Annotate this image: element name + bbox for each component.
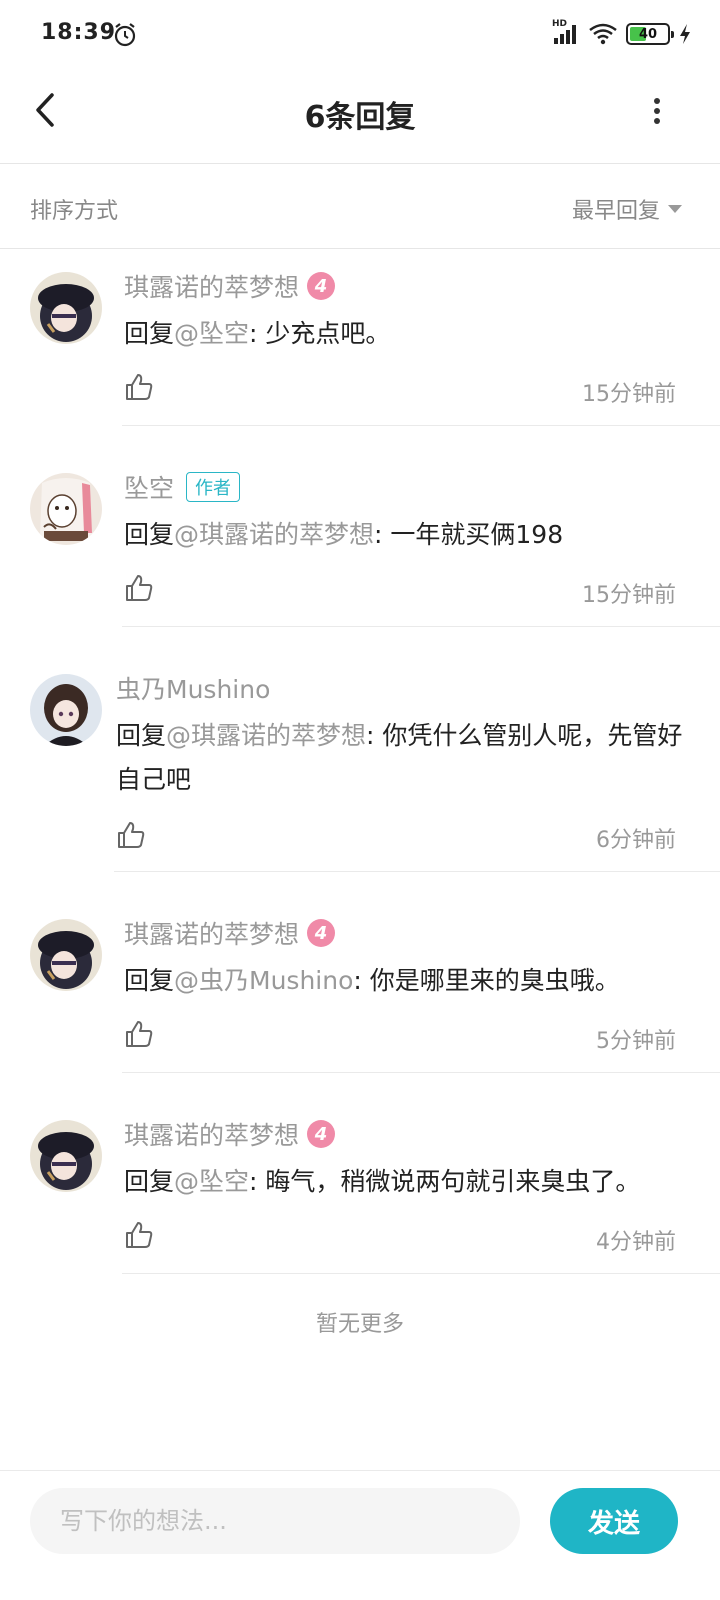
sort-selected: 最早回复 (571, 199, 660, 224)
reply-separator: : (374, 520, 391, 549)
reply-prefix: 回复 (124, 1167, 175, 1196)
reply-separator: : (353, 966, 370, 995)
comment-text: 回复@虫乃Mushino: 你是哪里来的臭虫哦。 (124, 959, 694, 1003)
mention-link[interactable]: @琪露诺的萃梦想 (166, 721, 366, 750)
reply-separator: : (366, 721, 383, 750)
thumbs-up-icon[interactable] (124, 372, 154, 402)
thumbs-up-icon[interactable] (124, 1019, 154, 1049)
avatar[interactable] (30, 272, 102, 344)
mention-link[interactable]: @虫乃Mushino (174, 966, 353, 995)
reply-prefix: 回复 (124, 319, 175, 348)
caret-down-icon (668, 205, 682, 213)
avatar[interactable] (30, 1120, 102, 1192)
comment-item: 琪露诺的萃梦想 4 回复@坠空: 晦气，稍微说两句就引来臭虫了。 4分钟前 (0, 1098, 720, 1274)
send-button[interactable]: 发送 (550, 1488, 678, 1554)
divider (114, 871, 720, 872)
comment-item: 坠空 作者 回复@琪露诺的萃梦想: 一年就买俩198 15分钟前 (0, 451, 720, 627)
comment-item: 虫乃Mushino 回复@琪露诺的萃梦想: 你凭什么管别人呢，先管好自己吧 6分… (0, 652, 720, 872)
wifi-icon (589, 23, 617, 45)
no-more-text: 暂无更多 (315, 1312, 404, 1337)
avatar[interactable] (30, 674, 102, 746)
thumbs-up-icon[interactable] (116, 820, 146, 850)
reply-prefix: 回复 (116, 721, 167, 750)
thumbs-up-icon[interactable] (124, 1220, 154, 1250)
comment-text: 回复@琪露诺的萃梦想: 一年就买俩198 (124, 513, 694, 557)
comment-item: 琪露诺的萃梦想 4 回复@虫乃Mushino: 你是哪里来的臭虫哦。 5分钟前 (0, 897, 720, 1073)
comment-author[interactable]: 虫乃Mushino (116, 670, 270, 706)
sort-bar: 排序方式 最早回复 (0, 165, 720, 249)
reply-separator: : (249, 319, 266, 348)
comment-input[interactable] (30, 1488, 520, 1554)
mention-link[interactable]: @坠空 (174, 319, 249, 348)
divider (122, 1273, 720, 1274)
comment-time: 15分钟前 (582, 382, 676, 407)
thumbs-up-icon[interactable] (124, 573, 154, 603)
comment-author[interactable]: 坠空 (124, 469, 174, 505)
comment-body: 一年就买俩198 (390, 520, 564, 549)
status-bar: 18:39 HD 40 (0, 0, 720, 70)
comment-time: 4分钟前 (596, 1230, 676, 1255)
bottom-bar: 发送 (0, 1470, 720, 1600)
comment-author[interactable]: 琪露诺的萃梦想 (124, 915, 299, 951)
divider (122, 425, 720, 426)
charging-icon (680, 24, 690, 44)
more-options-icon[interactable] (650, 96, 664, 126)
comment-text: 回复@琪露诺的萃梦想: 你凭什么管别人呢，先管好自己吧 (116, 714, 686, 802)
sort-label: 排序方式 (30, 199, 119, 224)
comment-item: 琪露诺的萃梦想 4 回复@坠空: 少充点吧。 15分钟前 (0, 250, 720, 426)
signal-icon: HD (552, 19, 580, 46)
comment-body: 你是哪里来的臭虫哦。 (369, 966, 620, 995)
reply-prefix: 回复 (124, 520, 175, 549)
comment-text: 回复@坠空: 少充点吧。 (124, 312, 694, 356)
battery-level: 40 (638, 26, 658, 42)
battery-icon: 40 (626, 23, 674, 45)
avatar[interactable] (30, 919, 102, 991)
level-badge: 4 (307, 919, 336, 947)
avatar[interactable] (30, 473, 102, 545)
divider (122, 1072, 720, 1073)
status-time: 18:39 (41, 20, 117, 45)
divider (122, 626, 720, 627)
comment-body: 少充点吧。 (265, 319, 391, 348)
alarm-icon (114, 23, 136, 47)
reply-separator: : (249, 1167, 266, 1196)
comment-text: 回复@坠空: 晦气，稍微说两句就引来臭虫了。 (124, 1160, 694, 1204)
comment-time: 6分钟前 (596, 828, 676, 853)
comment-time: 15分钟前 (582, 583, 676, 608)
comment-body: 晦气，稍微说两句就引来臭虫了。 (265, 1167, 641, 1196)
comment-author[interactable]: 琪露诺的萃梦想 (124, 268, 299, 304)
header: 6条回复 (0, 70, 720, 164)
comment-time: 5分钟前 (596, 1029, 676, 1054)
mention-link[interactable]: @坠空 (174, 1167, 249, 1196)
page-title: 6条回复 (304, 100, 416, 135)
author-badge: 作者 (186, 472, 241, 502)
level-badge: 4 (307, 1120, 336, 1148)
reply-prefix: 回复 (124, 966, 175, 995)
sort-dropdown[interactable]: 最早回复 (572, 193, 684, 225)
comment-author[interactable]: 琪露诺的萃梦想 (124, 1116, 299, 1152)
mention-link[interactable]: @琪露诺的萃梦想 (174, 520, 374, 549)
level-badge: 4 (307, 272, 336, 300)
